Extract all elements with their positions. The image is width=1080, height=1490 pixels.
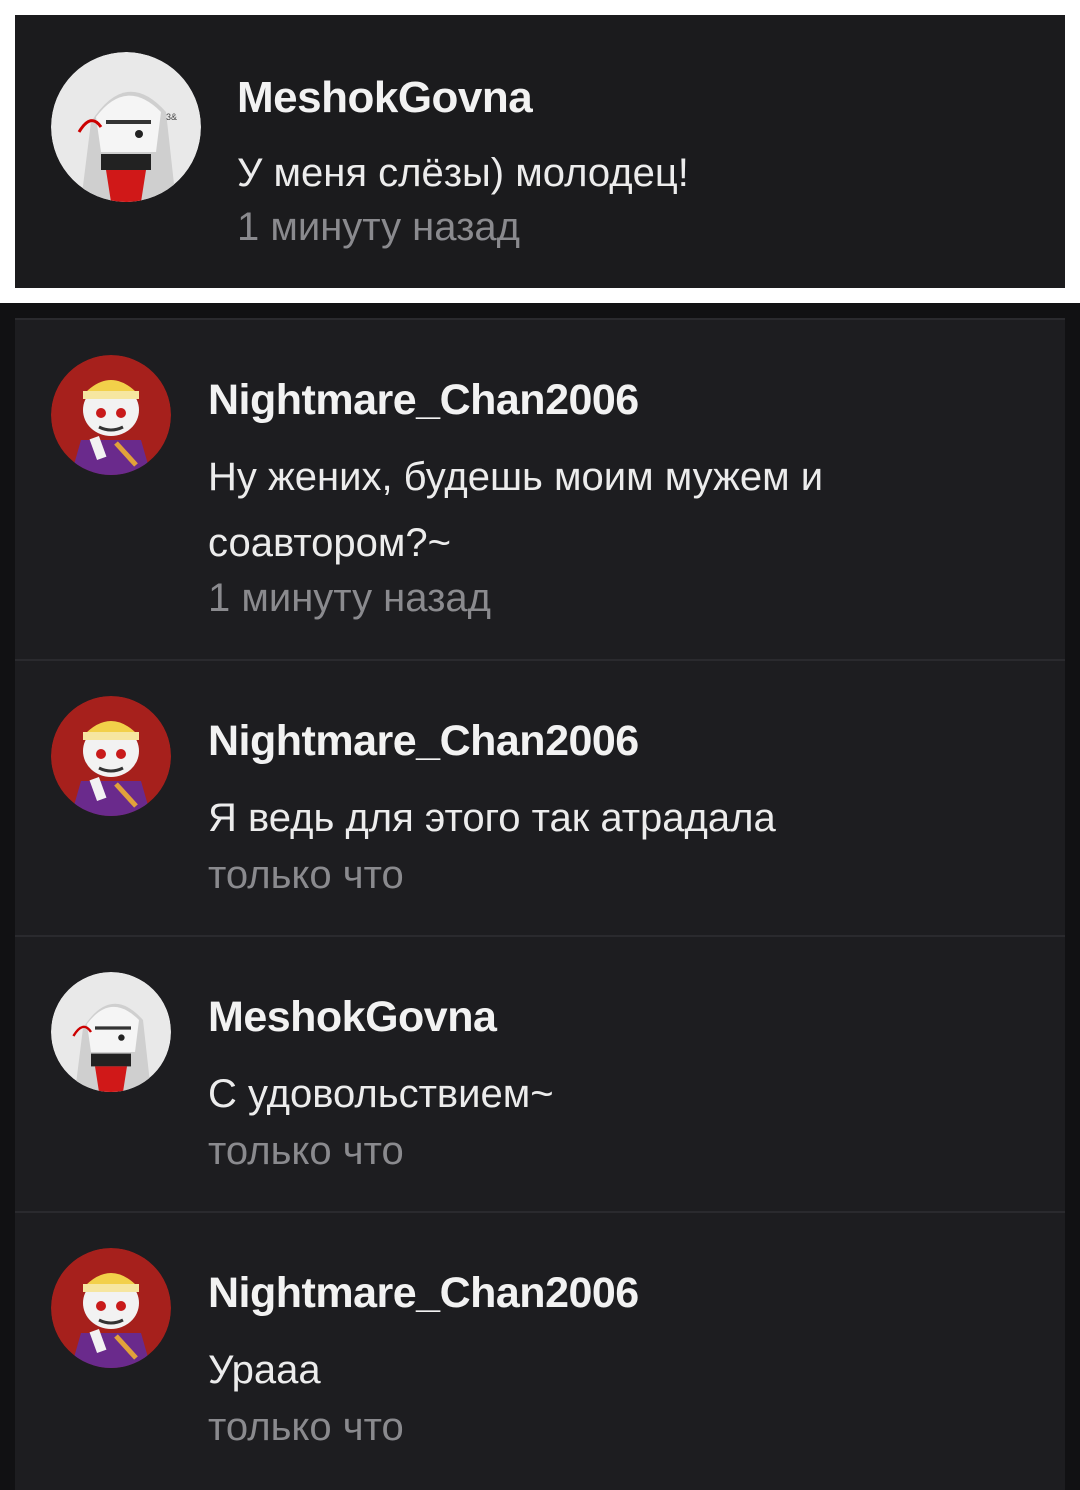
comment-time: только что — [208, 1129, 404, 1173]
meshok-avatar-icon[interactable] — [51, 972, 171, 1092]
svg-text:3&: 3& — [166, 112, 177, 122]
nightmare-avatar-icon[interactable] — [51, 355, 171, 475]
comment-text: Ну жених, будешь моим мужем и соавтором?… — [208, 455, 824, 565]
highlighted-comment: 3& MeshokGovna У меня слёзы) молодец! 1 … — [15, 15, 1065, 288]
list-item: Nightmare_Chan2006 Урааа только что — [15, 1212, 1065, 1490]
comment-username[interactable]: MeshokGovna — [208, 993, 497, 1042]
comment-text: С удовольствием~ — [208, 1072, 554, 1116]
comment-time: только что — [208, 1405, 404, 1449]
comment-time: 1 минуту назад — [237, 205, 520, 249]
comment-text: У меня слёзы) молодец! — [237, 151, 689, 195]
list-item: Nightmare_Chan2006 Ну жених, будешь моим… — [15, 318, 1065, 658]
list-item: MeshokGovna С удовольствием~ только что — [15, 936, 1065, 1211]
comment-time: только что — [208, 853, 404, 897]
comment-username[interactable]: MeshokGovna — [237, 73, 533, 123]
comment-text: Я ведь для этого так атрадала — [208, 796, 776, 840]
comment-username[interactable]: Nightmare_Chan2006 — [208, 376, 639, 425]
comment-thread: Nightmare_Chan2006 Ну жених, будешь моим… — [0, 303, 1080, 1490]
nightmare-avatar-icon[interactable] — [51, 696, 171, 816]
comment-username[interactable]: Nightmare_Chan2006 — [208, 1269, 639, 1318]
nightmare-avatar-icon[interactable] — [51, 1248, 171, 1368]
meshok-avatar-icon[interactable]: 3& — [51, 52, 201, 202]
comment-list: Nightmare_Chan2006 Ну жених, будешь моим… — [15, 318, 1065, 1490]
comment-time: 1 минуту назад — [208, 576, 491, 620]
comment-text: Урааа — [208, 1348, 321, 1392]
comment-username[interactable]: Nightmare_Chan2006 — [208, 717, 639, 766]
list-item: Nightmare_Chan2006 Я ведь для этого так … — [15, 660, 1065, 935]
